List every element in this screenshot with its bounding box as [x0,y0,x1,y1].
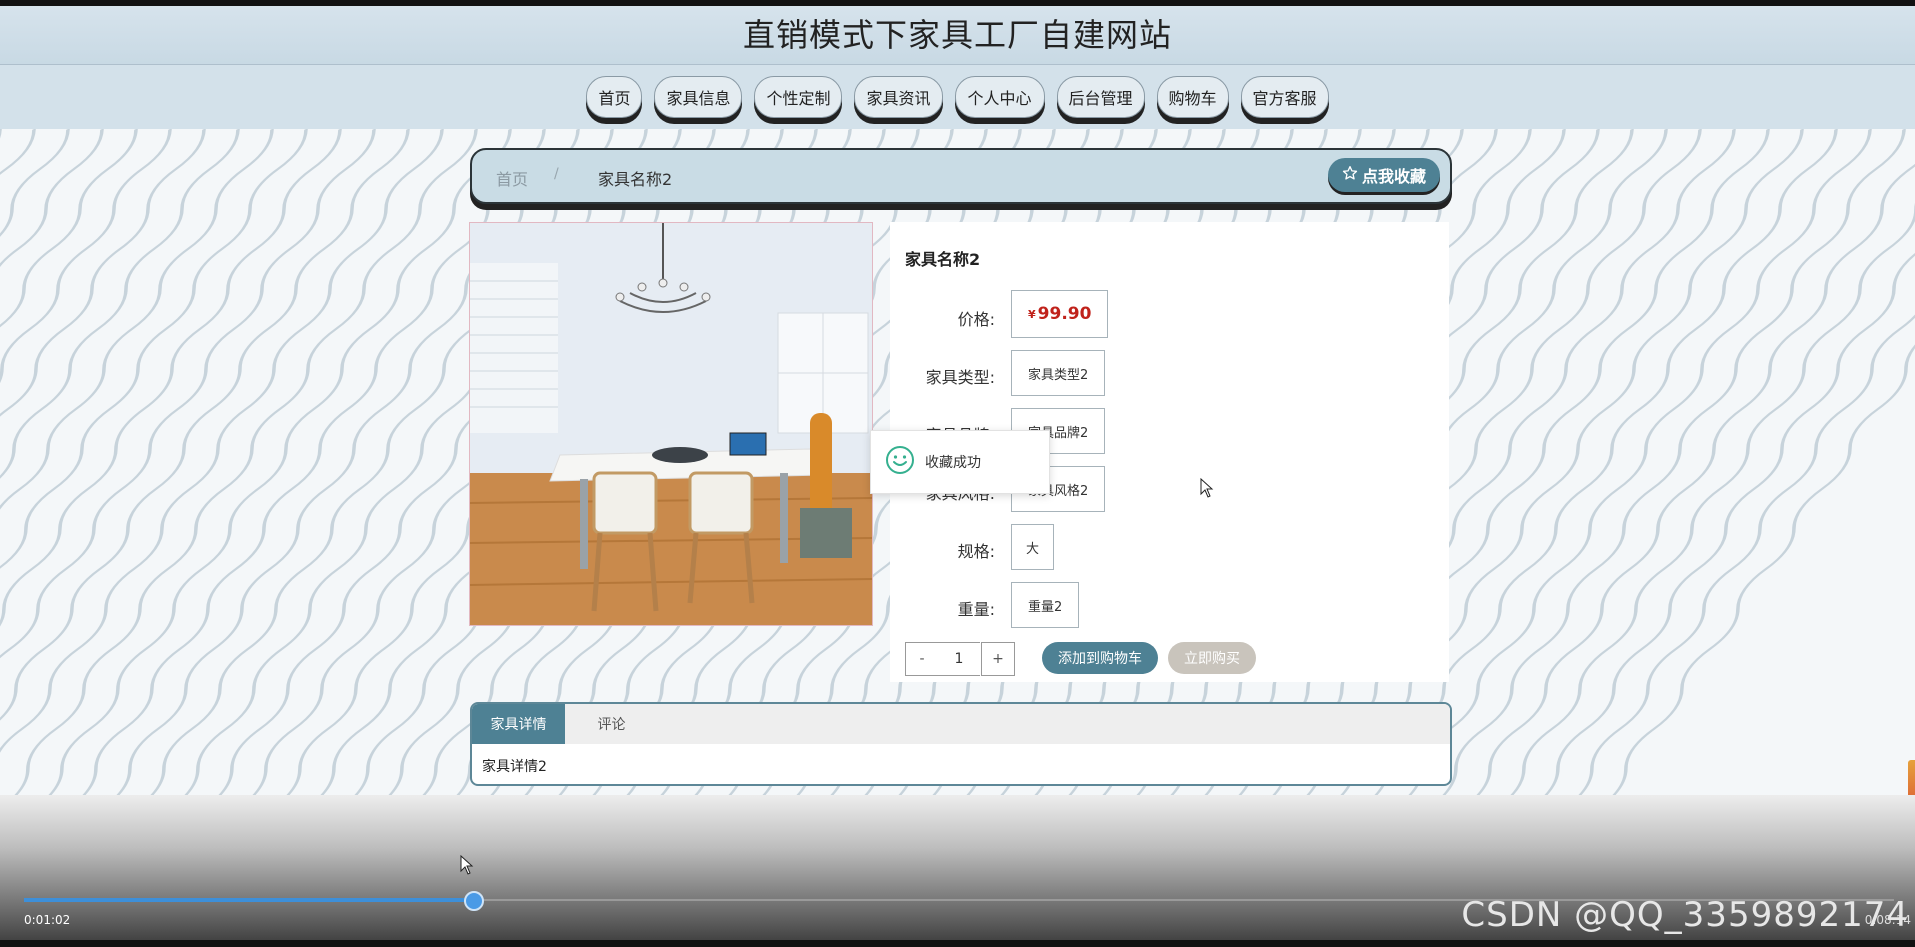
type-label: 家具类型: [925,368,995,387]
nav-item-furniture-info[interactable]: 家具信息 [654,76,743,118]
toast-message: 收藏成功 [925,455,981,471]
breadcrumb: 首页 / 家具名称2 点我收藏 [470,148,1452,204]
detail-content: 家具详情2 [482,759,547,775]
spec-label: 规格: [957,542,995,561]
product-image [469,222,873,626]
breadcrumb-current: 家具名称2 [598,170,673,189]
tab-comments[interactable]: 评论 [565,704,658,744]
progress-fill [24,898,473,902]
breadcrumb-separator: / [554,166,559,182]
favorite-success-toast: 收藏成功 [870,430,1050,494]
weight-label: 重量: [957,600,995,619]
nav-item-customer-service[interactable]: 官方客服 [1240,76,1329,118]
main-nav: 首页 家具信息 个性定制 家具资讯 个人中心 后台管理 购物车 官方客服 [0,65,1915,129]
watermark: CSDN @QQ_3359892174 [1461,895,1909,935]
nav-item-customization[interactable]: 个性定制 [754,76,843,118]
nav-item-user-center[interactable]: 个人中心 [954,76,1045,118]
type-value: 家具类型2 [1011,350,1106,396]
product-title: 家具名称2 [905,250,981,269]
buy-now-button[interactable]: 立即购买 [1168,642,1256,674]
price-value: ¥ 99.90 [1011,290,1109,338]
progress-handle[interactable] [464,891,484,911]
nav-item-news[interactable]: 家具资讯 [854,76,943,118]
price-amount: 99.90 [1037,304,1092,324]
favorite-button-label: 点我收藏 [1361,167,1426,186]
window-bottom-edge [0,940,1915,947]
quantity-input[interactable]: 1 [938,642,980,676]
nav-item-cart[interactable]: 购物车 [1156,76,1229,118]
breadcrumb-home-link[interactable]: 首页 [496,166,528,190]
currency-symbol: ¥ [1028,307,1036,321]
nav-item-admin[interactable]: 后台管理 [1056,76,1145,118]
tab-furniture-detail[interactable]: 家具详情 [472,704,565,744]
favorite-button[interactable]: 点我收藏 [1327,158,1440,192]
quantity-increase-button[interactable]: + [981,642,1015,676]
smiley-icon [885,445,915,479]
quantity-decrease-button[interactable]: - [905,642,939,676]
nav-item-home[interactable]: 首页 [586,76,643,118]
detail-panel: 家具详情 评论 家具详情2 [470,702,1452,786]
star-outline-icon [1342,165,1358,185]
video-player-controls: 0:01:02 0:08:14 CSDN @QQ_3359892174 [0,795,1915,947]
weight-value: 重量2 [1011,582,1080,628]
site-title: 直销模式下家具工厂自建网站 [0,6,1915,65]
current-time: 0:01:02 [24,913,71,927]
add-to-cart-button[interactable]: 添加到购物车 [1042,642,1158,674]
spec-value: 大 [1011,524,1055,570]
price-label: 价格: [957,310,995,329]
